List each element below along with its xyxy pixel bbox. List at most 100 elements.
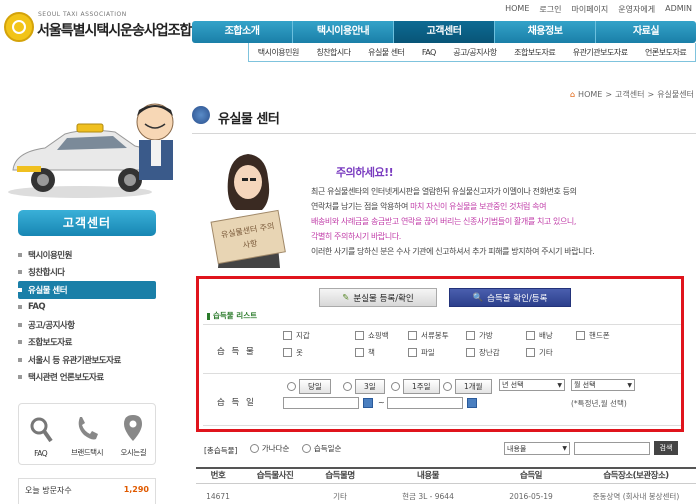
sort-date[interactable]: 습득일순	[301, 443, 341, 454]
sidebar-menu: 택시이용민원 칭찬합시다 유실물 센터 FAQ 공고/공지사항 조합보도자료 서…	[18, 246, 158, 386]
col-name: 습득물명	[325, 471, 355, 481]
bullet-icon	[18, 270, 22, 275]
location-icon	[124, 415, 143, 441]
quick-link-brand-taxi[interactable]: 브랜드택시	[71, 413, 103, 458]
logo-title[interactable]: 서울특별시택시운송사업조합	[37, 20, 192, 40]
sub-tab-union-press[interactable]: 조합보도자료	[514, 47, 556, 58]
search-button[interactable]: 검색	[654, 441, 678, 455]
top-link-mypage[interactable]: 마이페이지	[571, 4, 608, 15]
top-link-home[interactable]: HOME	[505, 4, 529, 15]
sidebar-item-complaint[interactable]: 택시이용민원	[18, 246, 158, 264]
main-tab-recruit[interactable]: 채용정보	[495, 21, 596, 43]
start-date-input[interactable]	[283, 397, 359, 409]
table-header: 번호 습득물사진 습득물명 내용물 습득일 습득장소(보관장소)	[196, 467, 696, 484]
sidebar-item-agency-press[interactable]: 서울시 등 유관기관보도자료	[18, 351, 158, 369]
end-date-input[interactable]	[387, 397, 463, 409]
month-select[interactable]: 월 선택 ▼	[571, 379, 635, 391]
item-type-row: 습 득 물 지갑 쇼핑백 서류봉투 가방 배낭 핸드폰 옷 책 파일 장난감 기…	[203, 324, 681, 374]
calendar-icon[interactable]	[467, 398, 477, 408]
bullet-icon	[18, 252, 22, 257]
checkbox-clothes[interactable]: 옷	[283, 347, 303, 358]
checkbox-phone[interactable]: 핸드폰	[576, 330, 610, 341]
found-item-search-panel: ✎ 분실물 등록/확인 🔍 습득물 확인/등록 습득물 리스트 습 득 물 지갑…	[196, 276, 684, 432]
sub-tab-notice[interactable]: 공고/공지사항	[453, 47, 497, 58]
quick-link-faq[interactable]: FAQ	[28, 415, 54, 458]
sidebar-item-faq[interactable]: FAQ	[18, 299, 158, 317]
period-1month[interactable]: 1개월	[443, 379, 492, 394]
chevron-down-icon: ▼	[627, 382, 632, 389]
quick-link-directions[interactable]: 오시는길	[120, 413, 147, 458]
sub-tab-lost-found[interactable]: 유실물 센터	[368, 47, 405, 58]
quick-links: FAQ 브랜드택시 오시는길	[18, 403, 156, 465]
main-tab-archive[interactable]: 자료실	[596, 21, 696, 43]
top-link-login[interactable]: 로그인	[539, 4, 561, 15]
checkbox-backpack[interactable]: 배낭	[526, 330, 553, 341]
main-tab-about[interactable]: 조합소개	[192, 21, 293, 43]
calendar-icon[interactable]	[363, 398, 373, 408]
col-number: 번호	[210, 471, 226, 481]
period-3days[interactable]: 3일	[343, 379, 385, 394]
sidebar-item-lost-found[interactable]: 유실물 센터	[18, 281, 156, 299]
main-nav: 조합소개 택시이용안내 고객센터 채용정보 자료실	[192, 21, 696, 43]
sort-alphabetical[interactable]: 가나다순	[249, 443, 289, 454]
period-today[interactable]: 당일	[287, 379, 331, 394]
warning-woman-illustration: 유실물센터 주의사항	[196, 150, 306, 268]
pencil-icon: ✎	[342, 292, 350, 303]
sub-tab-faq[interactable]: FAQ	[422, 48, 437, 57]
table-row[interactable]: 14671 기타 현금 3L - 9644 2016-05-19 준동상역 (회…	[196, 490, 696, 504]
checkbox-book[interactable]: 책	[355, 347, 375, 358]
period-1week[interactable]: 1주일	[391, 379, 440, 394]
main-tab-taxi-guide[interactable]: 택시이용안내	[293, 21, 394, 43]
item-type-label: 습 득 물	[217, 347, 256, 357]
filter-field-select[interactable]: 내용물 ▼	[504, 442, 570, 455]
checkbox-shopping-bag[interactable]: 쇼핑백	[355, 330, 389, 341]
checkbox-toy[interactable]: 장난감	[466, 347, 500, 358]
total-found-label: [총습득물] 가나다순 습득일순	[204, 443, 342, 455]
checkbox-etc[interactable]: 기타	[526, 347, 553, 358]
home-icon: ⌂	[569, 90, 576, 99]
top-links: HOME 로그인 마이페이지 운영자에게 ADMIN	[505, 4, 692, 15]
sub-tab-agency-press[interactable]: 유관기관보도자료	[573, 47, 628, 58]
chevron-down-icon: ▼	[562, 445, 567, 452]
visit-label: 오늘 방문자수	[25, 486, 72, 495]
bullet-icon	[18, 305, 22, 310]
sub-nav: 택시이용민원 칭찬합시다 유실물 센터 FAQ 공고/공지사항 조합보도자료 유…	[248, 43, 696, 62]
sub-tab-praise[interactable]: 칭찬합시다	[316, 47, 351, 58]
breadcrumb-lost-found: 유실물센터	[657, 90, 694, 99]
bullet-icon	[18, 375, 22, 380]
page-title: 유실물 센터	[218, 112, 280, 127]
col-contents: 내용물	[417, 471, 439, 481]
chevron-down-icon: ▼	[557, 382, 562, 389]
breadcrumb-home[interactable]: HOME	[578, 90, 602, 99]
sidebar-item-union-press[interactable]: 조합보도자료	[18, 334, 158, 352]
main-tab-customer-center[interactable]: 고객센터	[394, 21, 495, 43]
bullet-icon	[18, 287, 22, 292]
search-icon: 🔍	[472, 292, 484, 303]
lost-item-register-button[interactable]: ✎ 분실물 등록/확인	[319, 288, 437, 307]
top-link-admin[interactable]: ADMIN	[665, 4, 692, 15]
taxi-driver-illustration	[5, 100, 175, 200]
sidebar-item-media-press[interactable]: 택시관련 언론보도자료	[18, 369, 158, 387]
filter-search-input[interactable]	[574, 442, 650, 455]
phone-icon	[78, 417, 98, 440]
visitor-counter: 오늘 방문자수 1,290	[18, 478, 156, 504]
found-item-confirm-button[interactable]: 🔍 습득물 확인/등록	[449, 288, 571, 307]
sub-tab-complaint[interactable]: 택시이용민원	[258, 47, 300, 58]
title-divider	[192, 133, 696, 134]
association-logo-icon[interactable]	[4, 12, 34, 42]
list-filter-bar: [총습득물] 가나다순 습득일순 내용물 ▼ 검색	[196, 440, 696, 458]
sub-tab-media-press[interactable]: 언론보도자료	[645, 47, 687, 58]
top-link-contact-admin[interactable]: 운영자에게	[618, 4, 655, 15]
breadcrumb-customer-center[interactable]: 고객센터	[615, 89, 644, 100]
checkbox-wallet[interactable]: 지갑	[283, 330, 310, 341]
year-select[interactable]: 년 선택 ▼	[499, 379, 565, 391]
sidebar-item-praise[interactable]: 칭찬합시다	[18, 264, 158, 282]
warning-panel: 유실물센터 주의사항 주의하세요!! 최근 유실물센타의 인터넷게시판을 열람한…	[196, 150, 696, 268]
col-photo: 습득물사진	[256, 471, 294, 481]
checkbox-bag[interactable]: 가방	[466, 330, 493, 341]
checkbox-envelope[interactable]: 서류봉투	[408, 330, 449, 341]
checkbox-file[interactable]: 파일	[408, 347, 435, 358]
sidebar-item-notice[interactable]: 공고/공지사항	[18, 316, 158, 334]
found-date-row: 습 득 일 당일 3일 1주일 1개월 년 선택 ▼ 월 선택 ▼ ~ (*특정년,…	[203, 374, 681, 426]
warning-text: 최근 유실물센타의 인터넷게시판을 열람한뒤 유실물신고자가 이멜이나 전화번호…	[311, 187, 595, 256]
